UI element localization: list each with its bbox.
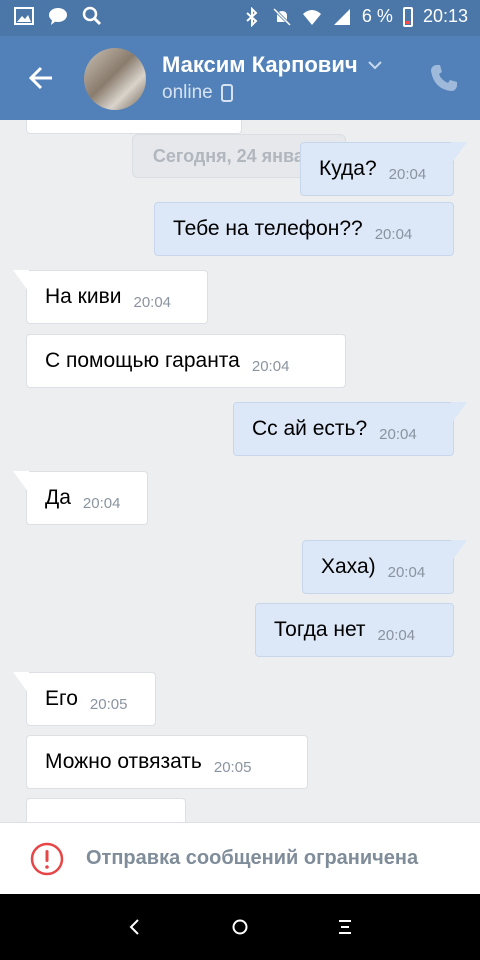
message-bubble-incoming[interactable]: Его 20:05 — [13, 672, 156, 726]
message-bubble-incoming[interactable]: Можно отвязать 20:05 — [26, 735, 308, 789]
bluetooth-icon — [246, 6, 258, 27]
message-bubble-outgoing[interactable]: Тебе на телефон?? 20:04 — [154, 202, 454, 256]
contact-name-text: Максим Карпович — [162, 52, 358, 77]
messaging-restricted-bar: Отправка сообщений ограничена — [0, 822, 480, 894]
message-text: Хаха) — [321, 555, 376, 578]
contact-status: online — [162, 82, 233, 104]
message-bubble-incoming[interactable]: С помощью гаранта 20:04 — [26, 334, 346, 388]
message-time: 20:04 — [379, 425, 417, 443]
message-bubble-outgoing[interactable]: Тогда нет 20:04 — [255, 603, 454, 657]
battery-percent: 6 % — [361, 6, 393, 26]
message-text: На киви — [45, 285, 122, 308]
mute-icon — [272, 7, 291, 26]
message-bubble-outgoing[interactable]: Хаха) 20:04 — [302, 540, 467, 594]
message-list[interactable]: Сегодня, 24 января Куда? 20:04 Тебе на т… — [0, 120, 480, 822]
wifi-icon — [302, 9, 321, 25]
nav-back-icon[interactable] — [122, 914, 148, 940]
message-text: Его — [45, 687, 78, 710]
message-time: 20:04 — [388, 165, 427, 183]
restriction-text: Отправка сообщений ограничена — [86, 847, 419, 869]
message-bubble-outgoing[interactable]: Сс ай есть? 20:04 — [233, 402, 467, 456]
contact-name[interactable]: Максим Карпович — [162, 52, 382, 78]
chevron-down-icon — [367, 61, 382, 70]
message-bubble-incoming[interactable]: На киви 20:04 — [13, 270, 208, 324]
warning-icon — [30, 842, 64, 875]
clock: 20:13 — [422, 6, 468, 26]
nav-menu-icon[interactable] — [332, 914, 358, 940]
message-time: 20:04 — [251, 357, 290, 375]
chat-header: Максим Карпович online — [0, 36, 480, 120]
battery-icon — [402, 6, 413, 27]
status-text: online — [162, 82, 213, 103]
avatar[interactable] — [84, 48, 146, 110]
back-arrow-icon[interactable] — [22, 58, 62, 98]
search-icon — [82, 6, 102, 26]
message-bubble-incoming[interactable]: Да 20:04 — [13, 471, 148, 525]
message-text: Куда? — [319, 157, 377, 180]
nav-home-icon[interactable] — [227, 914, 253, 940]
message-text: Тебе на телефон?? — [173, 217, 363, 240]
message-bubble-outgoing[interactable]: Куда? 20:04 — [300, 142, 467, 196]
message-time: 20:04 — [133, 293, 172, 311]
message-text: Сс ай есть? — [252, 417, 368, 440]
phone-icon[interactable] — [428, 62, 460, 94]
message-time: 20:04 — [377, 626, 416, 644]
mobile-icon — [220, 84, 233, 102]
message-icon — [49, 8, 67, 25]
message-text: Можно отвязать — [45, 750, 202, 773]
message-text: Да — [45, 486, 71, 509]
signal-icon — [333, 8, 350, 25]
message-time: 20:05 — [89, 695, 128, 713]
message-bubble-partial-top — [26, 120, 242, 134]
message-text: Тогда нет — [274, 618, 366, 641]
message-time: 20:04 — [82, 494, 121, 512]
navigation-bar — [0, 894, 480, 960]
image-icon — [14, 7, 34, 25]
status-bar: 6 % 20:13 — [0, 0, 480, 36]
message-bubble-partial-bottom — [26, 798, 186, 822]
message-time: 20:04 — [387, 563, 426, 581]
message-time: 20:05 — [213, 758, 252, 776]
message-text: С помощью гаранта — [45, 349, 240, 372]
message-time: 20:04 — [374, 225, 413, 243]
